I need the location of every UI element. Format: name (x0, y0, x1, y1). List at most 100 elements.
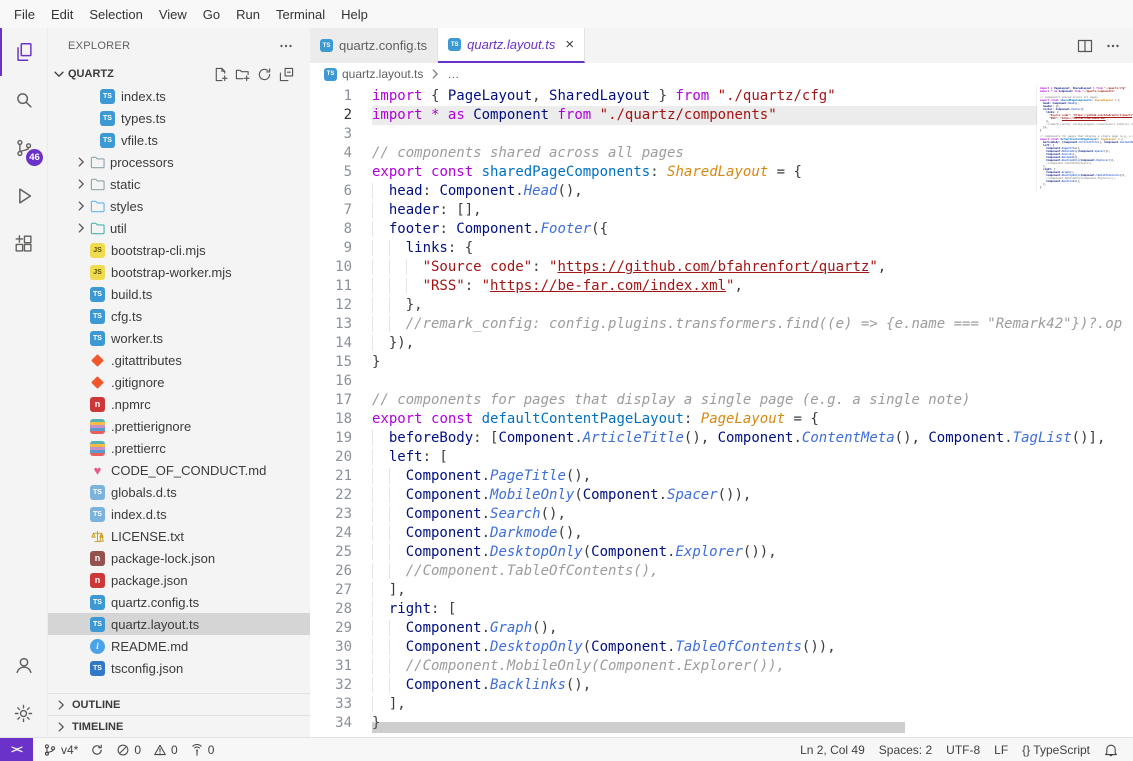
code-line[interactable]: right: [ (372, 600, 1133, 619)
line-number[interactable]: 23 (310, 505, 372, 524)
more-actions-icon[interactable] (1105, 38, 1121, 54)
line-number[interactable]: 30 (310, 638, 372, 657)
breadcrumb-item[interactable]: quartz.layout.ts (342, 67, 423, 81)
line-number[interactable]: 33 (310, 695, 372, 714)
line-number[interactable]: 9 (310, 239, 372, 258)
code-line[interactable]: ], (372, 581, 1133, 600)
line-number[interactable]: 21 (310, 467, 372, 486)
line-number[interactable]: 29 (310, 619, 372, 638)
line-number[interactable]: 8 (310, 220, 372, 239)
scrollbar-thumb[interactable] (372, 722, 905, 733)
line-number[interactable]: 5 (310, 163, 372, 182)
encoding[interactable]: UTF-8 (939, 738, 987, 761)
menu-selection[interactable]: Selection (81, 4, 150, 25)
tree-item-quartz-config-ts[interactable]: TSquartz.config.ts (48, 591, 310, 613)
tree-item-gitattributes[interactable]: .gitattributes (48, 349, 310, 371)
activitybar-extensions[interactable] (0, 220, 47, 268)
eol[interactable]: LF (987, 738, 1015, 761)
code-line[interactable]: export const defaultContentPageLayout: P… (372, 410, 1133, 429)
tree-item-tsconfig-json[interactable]: TStsconfig.json (48, 657, 310, 679)
code-line[interactable]: header: [], (372, 201, 1133, 220)
code-line[interactable]: "RSS": "https://be-far.com/index.xml", (372, 277, 1133, 296)
tree-item-bootstrap-cli-mjs[interactable]: JSbootstrap-cli.mjs (48, 239, 310, 261)
line-number[interactable]: 18 (310, 410, 372, 429)
menu-terminal[interactable]: Terminal (268, 4, 333, 25)
tab-quartz-config-ts[interactable]: TSquartz.config.ts (310, 28, 438, 63)
line-number[interactable]: 10 (310, 258, 372, 277)
code-line[interactable]: Component.DesktopOnly(Component.TableOfC… (372, 638, 1133, 657)
line-number[interactable]: 19 (310, 429, 372, 448)
line-number[interactable]: 12 (310, 296, 372, 315)
cursor-position[interactable]: Ln 2, Col 49 (793, 738, 872, 761)
tree-item-package-json[interactable]: npackage.json (48, 569, 310, 591)
new-file-icon[interactable] (213, 67, 228, 82)
code-line[interactable]: //Component.MobileOnly(Component.Explore… (372, 657, 1133, 676)
tree-item-license-txt[interactable]: LICENSE.txt (48, 525, 310, 547)
tree-item-readme-md[interactable]: iREADME.md (48, 635, 310, 657)
code-line[interactable]: Component.MobileOnly(Component.Spacer())… (372, 486, 1133, 505)
warnings-indicator[interactable]: 0 (147, 738, 184, 761)
tree-item-worker-ts[interactable]: TSworker.ts (48, 327, 310, 349)
line-number[interactable]: 31 (310, 657, 372, 676)
code-line[interactable]: Component.PageTitle(), (372, 467, 1133, 486)
code-line[interactable] (372, 372, 1133, 391)
line-number[interactable]: 6 (310, 182, 372, 201)
tree-item-processors[interactable]: processors (48, 151, 310, 173)
tree-item-index-ts[interactable]: TSindex.ts (48, 85, 310, 107)
tree-item-types-ts[interactable]: TStypes.ts (48, 107, 310, 129)
line-number[interactable]: 26 (310, 562, 372, 581)
indentation[interactable]: Spaces: 2 (872, 738, 939, 761)
code-line[interactable]: import * as Component from "./quartz/com… (372, 106, 1133, 125)
refresh-icon[interactable] (257, 67, 272, 82)
code-line[interactable]: // components shared across all pages (372, 144, 1133, 163)
notifications[interactable] (1097, 738, 1125, 761)
tree-item-styles[interactable]: styles (48, 195, 310, 217)
errors-indicator[interactable]: 0 (110, 738, 147, 761)
collapse-all-icon[interactable] (279, 67, 294, 82)
code-line[interactable]: export const sharedPageComponents: Share… (372, 163, 1133, 182)
line-number[interactable]: 34 (310, 714, 372, 733)
activitybar-source-control[interactable]: 46 (0, 124, 47, 172)
code-line[interactable]: left: [ (372, 448, 1133, 467)
tree-item-code-of-conduct-md[interactable]: ♥CODE_OF_CONDUCT.md (48, 459, 310, 481)
line-number[interactable]: 15 (310, 353, 372, 372)
code-line[interactable]: ], (372, 695, 1133, 714)
tree-item-index-d-ts[interactable]: TSindex.d.ts (48, 503, 310, 525)
code-line[interactable]: //remark_config: config.plugins.transfor… (372, 315, 1133, 334)
menu-file[interactable]: File (6, 4, 43, 25)
sync-indicator[interactable] (84, 738, 110, 761)
tree-item-gitignore[interactable]: .gitignore (48, 371, 310, 393)
ports-indicator[interactable]: 0 (184, 738, 221, 761)
line-number[interactable]: 1 (310, 87, 372, 106)
line-number[interactable]: 14 (310, 334, 372, 353)
language-mode[interactable]: {} TypeScript (1015, 738, 1097, 761)
activitybar-search[interactable] (0, 76, 47, 124)
code-line[interactable]: }), (372, 334, 1133, 353)
code-line[interactable]: links: { (372, 239, 1133, 258)
tree-item-quartz-layout-ts[interactable]: TSquartz.layout.ts (48, 613, 310, 635)
code-line[interactable]: head: Component.Head(), (372, 182, 1133, 201)
line-number[interactable]: 28 (310, 600, 372, 619)
menu-view[interactable]: View (151, 4, 195, 25)
activitybar-accounts[interactable] (0, 641, 47, 689)
tree-item-bootstrap-worker-mjs[interactable]: JSbootstrap-worker.mjs (48, 261, 310, 283)
tree-item-prettierrc[interactable]: .prettierrc (48, 437, 310, 459)
line-number[interactable]: 27 (310, 581, 372, 600)
tree-item-build-ts[interactable]: TSbuild.ts (48, 283, 310, 305)
line-number[interactable]: 16 (310, 372, 372, 391)
code-line[interactable]: Component.Backlinks(), (372, 676, 1133, 695)
line-number[interactable]: 32 (310, 676, 372, 695)
code-line[interactable]: Component.Graph(), (372, 619, 1133, 638)
tab-quartz-layout-ts[interactable]: TSquartz.layout.ts× (438, 28, 585, 63)
code-line[interactable]: beforeBody: [Component.ArticleTitle(), C… (372, 429, 1133, 448)
code-line[interactable]: "Source code": "https://github.com/bfahr… (372, 258, 1133, 277)
panel-timeline[interactable]: TIMELINE (48, 715, 310, 737)
code-line[interactable]: } (372, 353, 1133, 372)
code-line[interactable]: Component.Darkmode(), (372, 524, 1133, 543)
breadcrumb-item[interactable]: … (447, 67, 459, 81)
line-number[interactable]: 20 (310, 448, 372, 467)
code-line[interactable]: //Component.TableOfContents(), (372, 562, 1133, 581)
code-line[interactable]: import { PageLayout, SharedLayout } from… (372, 87, 1133, 106)
code-line[interactable]: footer: Component.Footer({ (372, 220, 1133, 239)
tree-item-vfile-ts[interactable]: TSvfile.ts (48, 129, 310, 151)
